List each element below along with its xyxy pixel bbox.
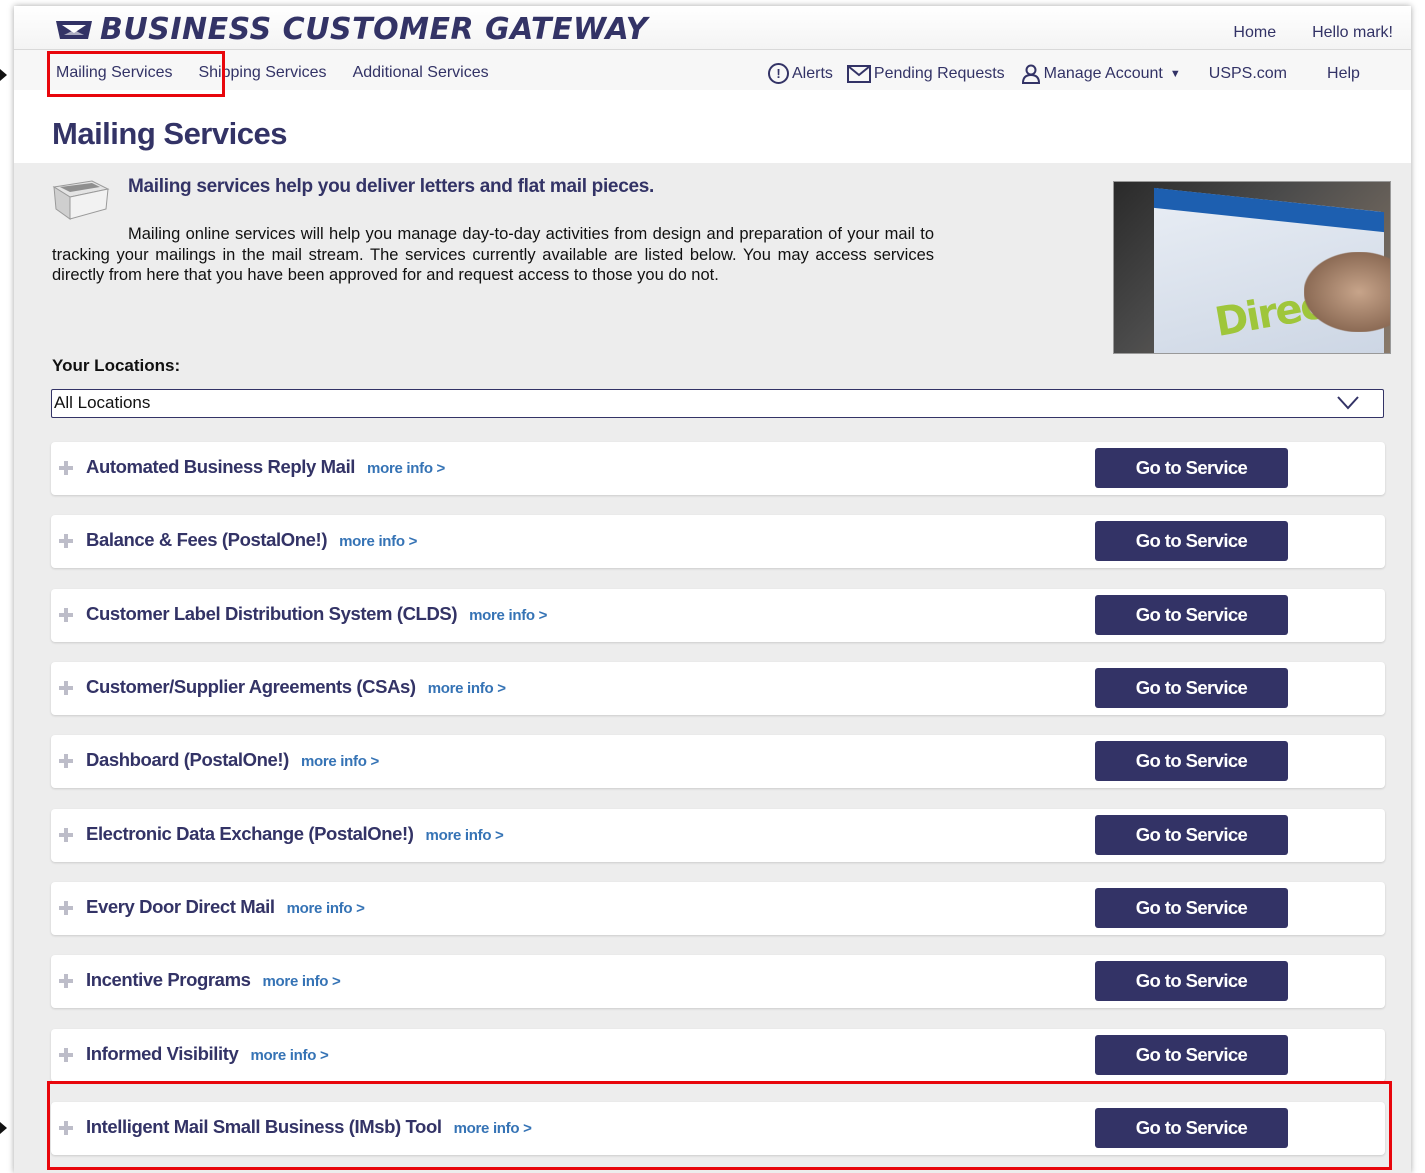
service-name: Customer/Supplier Agreements (CSAs) bbox=[86, 676, 416, 697]
nav-pending-requests[interactable]: Pending Requests bbox=[846, 64, 1005, 83]
intro-heading: Mailing services help you deliver letter… bbox=[128, 176, 654, 197]
user-icon bbox=[1021, 64, 1040, 84]
home-link[interactable]: Home bbox=[1233, 24, 1276, 42]
nav-usps-link[interactable]: USPS.com bbox=[1209, 65, 1287, 83]
nav-help-link[interactable]: Help bbox=[1327, 65, 1360, 83]
service-name: Customer Label Distribution System (CLDS… bbox=[86, 603, 458, 624]
service-name: Intelligent Mail Small Business (IMsb) T… bbox=[86, 1116, 442, 1137]
direct-mail-photo: DirectMail bbox=[1113, 181, 1391, 354]
go-to-service-button[interactable]: Go to Service bbox=[1095, 595, 1288, 635]
more-info-link[interactable]: more info > bbox=[367, 460, 445, 477]
envelope-icon bbox=[846, 64, 871, 83]
go-to-service-button[interactable]: Go to Service bbox=[1095, 961, 1288, 1001]
service-name: Balance & Fees (PostalOne!) bbox=[86, 529, 328, 550]
greeting: Hello mark! bbox=[1312, 24, 1393, 41]
page-title: Mailing Services bbox=[52, 116, 287, 151]
nav-right: ! Alerts Pending Requests Manage Account… bbox=[768, 63, 1360, 84]
more-info-link[interactable]: more info > bbox=[428, 680, 506, 697]
expand-plus-icon[interactable] bbox=[59, 1121, 73, 1135]
nav-alerts[interactable]: ! Alerts bbox=[768, 63, 833, 84]
service-row: Every Door Direct Mail more info > Go to … bbox=[51, 882, 1385, 935]
more-info-link[interactable]: more info > bbox=[250, 1047, 328, 1064]
pointer-arrow-icon bbox=[0, 69, 7, 81]
expand-plus-icon[interactable] bbox=[59, 608, 73, 622]
nav-pending-label: Pending Requests bbox=[873, 64, 1005, 82]
expand-plus-icon[interactable] bbox=[59, 828, 73, 842]
service-row: Automated Business Reply Mail more info >… bbox=[51, 442, 1385, 495]
service-name: Incentive Programs bbox=[86, 969, 251, 990]
intro-text: Mailing online services will help you ma… bbox=[52, 225, 934, 284]
expand-plus-icon[interactable] bbox=[59, 974, 73, 988]
locations-value: All Locations bbox=[54, 393, 151, 412]
more-info-link[interactable]: more info > bbox=[301, 753, 379, 770]
caret-down-icon: ▼ bbox=[1169, 67, 1181, 80]
service-name: Informed Visibility bbox=[86, 1043, 239, 1064]
go-to-service-button[interactable]: Go to Service bbox=[1095, 1108, 1288, 1148]
expand-plus-icon[interactable] bbox=[59, 1048, 73, 1062]
service-row: Electronic Data Exchange (PostalOne!) mor… bbox=[51, 809, 1385, 862]
more-info-link[interactable]: more info > bbox=[263, 973, 341, 990]
go-to-service-button[interactable]: Go to Service bbox=[1095, 888, 1288, 928]
service-row: Dashboard (PostalOne!) more info > Go to … bbox=[51, 735, 1385, 788]
go-to-service-button[interactable]: Go to Service bbox=[1095, 521, 1288, 561]
service-row: Customer/Supplier Agreements (CSAs) more … bbox=[51, 662, 1385, 715]
alert-icon: ! bbox=[768, 63, 789, 84]
more-info-link[interactable]: more info > bbox=[469, 607, 547, 624]
pointer-arrow-icon bbox=[0, 1122, 7, 1134]
nav-additional-services[interactable]: Additional Services bbox=[353, 64, 489, 82]
expand-plus-icon[interactable] bbox=[59, 534, 73, 548]
expand-plus-icon[interactable] bbox=[59, 754, 73, 768]
service-name: Electronic Data Exchange (PostalOne!) bbox=[86, 823, 414, 844]
top-links: Home Hello mark! bbox=[1233, 24, 1393, 42]
service-name: Every Door Direct Mail bbox=[86, 896, 275, 917]
service-row: Balance & Fees (PostalOne!) more info > G… bbox=[51, 515, 1385, 568]
logo-text: BUSINESS CUSTOMER GATEWAY bbox=[100, 12, 648, 47]
nav-manage-label: Manage Account bbox=[1043, 64, 1163, 82]
more-info-link[interactable]: more info > bbox=[287, 900, 365, 917]
service-name: Automated Business Reply Mail bbox=[86, 456, 356, 477]
service-row: Customer Label Distribution System (CLDS… bbox=[51, 589, 1385, 642]
photo-hand bbox=[1304, 252, 1390, 332]
expand-plus-icon[interactable] bbox=[59, 681, 73, 695]
go-to-service-button[interactable]: Go to Service bbox=[1095, 1035, 1288, 1075]
nav-shipping-services[interactable]: Shipping Services bbox=[198, 64, 326, 82]
more-info-link[interactable]: more info > bbox=[339, 533, 417, 550]
go-to-service-button[interactable]: Go to Service bbox=[1095, 668, 1288, 708]
nav-alerts-label: Alerts bbox=[792, 64, 833, 82]
go-to-service-button[interactable]: Go to Service bbox=[1095, 448, 1288, 488]
go-to-service-button[interactable]: Go to Service bbox=[1095, 741, 1288, 781]
logo[interactable]: BUSINESS CUSTOMER GATEWAY bbox=[56, 12, 648, 47]
nav-manage-account[interactable]: Manage Account ▼ bbox=[1021, 64, 1181, 84]
chevron-down-icon bbox=[1337, 396, 1359, 410]
service-row: Incentive Programs more info > Go to Serv… bbox=[51, 955, 1385, 1008]
more-info-link[interactable]: more info > bbox=[454, 1120, 532, 1137]
usps-eagle-icon bbox=[56, 20, 92, 39]
go-to-service-button[interactable]: Go to Service bbox=[1095, 815, 1288, 855]
service-name: Dashboard (PostalOne!) bbox=[86, 749, 289, 770]
more-info-link[interactable]: more info > bbox=[426, 827, 504, 844]
nav-mailing-services[interactable]: Mailing Services bbox=[56, 64, 172, 82]
nav-left: Mailing Services Shipping Services Addit… bbox=[56, 64, 489, 82]
service-row: Intelligent Mail Small Business (IMsb) T… bbox=[51, 1102, 1385, 1155]
expand-plus-icon[interactable] bbox=[59, 461, 73, 475]
service-row: Informed Visibility more info > Go to Ser… bbox=[51, 1029, 1385, 1082]
locations-label: Your Locations: bbox=[52, 356, 181, 375]
mailbox-tray-icon bbox=[52, 180, 110, 220]
expand-plus-icon[interactable] bbox=[59, 901, 73, 915]
locations-select[interactable]: All Locations bbox=[51, 389, 1384, 418]
